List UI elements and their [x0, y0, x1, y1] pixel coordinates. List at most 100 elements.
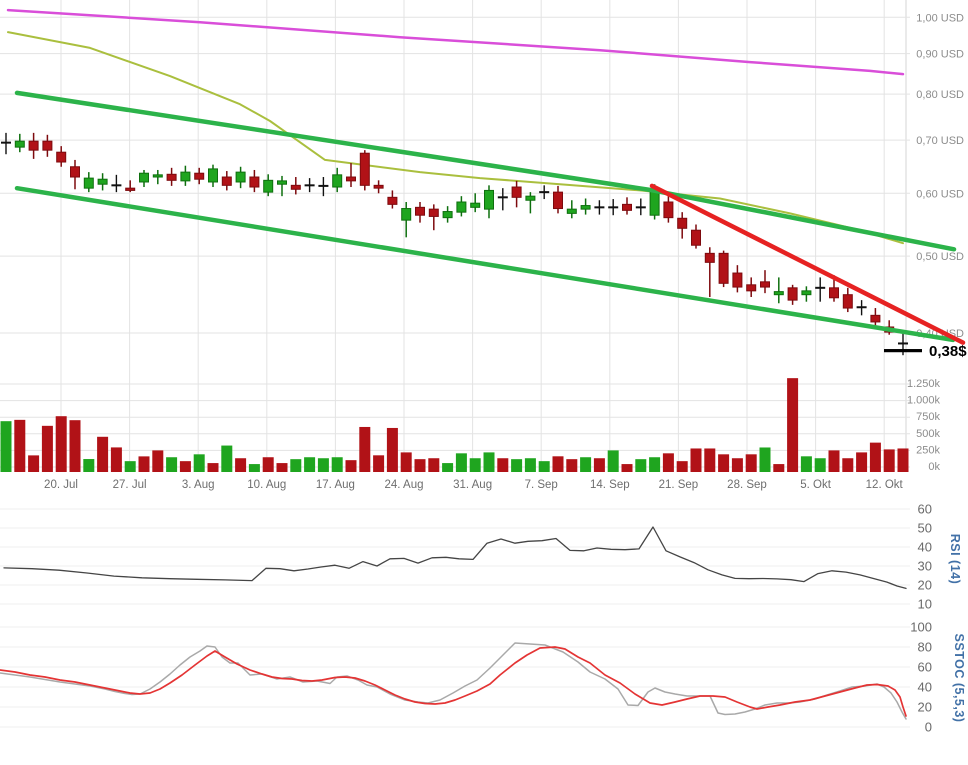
doji-candle-body [636, 206, 646, 208]
doji-candle-body [898, 342, 908, 344]
stoch-k-gray-line [0, 643, 906, 719]
candle-body [126, 188, 135, 190]
volume-tick-label: 750k [916, 411, 940, 423]
volume-bar [318, 458, 329, 472]
volume-bar [484, 452, 495, 472]
price-tick-label: 0,50 USD [916, 251, 964, 263]
chart-generated-layer: 20. Jul27. Jul3. Aug10. Aug17. Aug24. Au… [0, 0, 964, 735]
volume-bar [622, 464, 633, 472]
candle-body [485, 190, 494, 209]
candle-body [471, 203, 480, 207]
volume-bar [249, 464, 260, 472]
volume-tick-label: 250k [916, 444, 940, 456]
volume-bar [718, 454, 729, 472]
doji-candle-body [608, 206, 618, 208]
rsi-tick-label: 10 [918, 597, 932, 612]
rsi-tick-label: 60 [918, 502, 932, 517]
volume-tick-label: 1.250k [907, 378, 941, 390]
stoch-tick-label: 80 [918, 640, 932, 655]
volume-bar [194, 454, 205, 472]
downtrend-red-line [652, 186, 963, 343]
date-label: 17. Aug [316, 479, 355, 491]
volume-bar [470, 458, 481, 472]
volume-bar [760, 447, 771, 472]
date-label: 20. Jul [44, 479, 78, 491]
candle-body [719, 253, 728, 283]
date-label: 28. Sep [727, 479, 767, 491]
candle-body [222, 177, 231, 185]
candle-body [802, 291, 811, 295]
volume-bar [829, 450, 840, 472]
candle-body [692, 230, 701, 245]
date-label: 24. Aug [384, 479, 423, 491]
volume-bar [235, 458, 246, 472]
candle-body [416, 207, 425, 215]
candle-body [181, 172, 190, 181]
candle-body [43, 141, 52, 150]
price-tick-label: 0,70 USD [916, 135, 964, 147]
candle-body [374, 185, 383, 188]
volume-bar [277, 463, 288, 472]
candle-body [830, 288, 839, 298]
rsi-tick-label: 50 [918, 521, 932, 536]
volume-bar [870, 443, 881, 472]
candle-body [360, 153, 369, 185]
volume-bar [346, 460, 357, 472]
volume-bar [898, 448, 909, 472]
volume-bar [732, 458, 743, 472]
candle-body [429, 209, 438, 216]
volume-bar [649, 457, 660, 472]
date-label: 31. Aug [453, 479, 492, 491]
doji-candle-body [539, 191, 549, 193]
candle-body [443, 212, 452, 218]
candle-body [140, 173, 149, 182]
volume-bar [111, 447, 122, 472]
candle-body [774, 292, 783, 295]
volume-bar [842, 458, 853, 472]
volume-bar [359, 427, 370, 472]
volume-bar [746, 454, 757, 472]
volume-bar [539, 461, 550, 472]
volume-bar [815, 458, 826, 472]
stoch-tick-label: 20 [918, 700, 932, 715]
doji-candle-body [594, 206, 604, 208]
volume-bar [856, 452, 867, 472]
volume-bar [415, 459, 426, 472]
candle-body [581, 206, 590, 210]
chart-canvas[interactable]: 20. Jul27. Jul3. Aug10. Aug17. Aug24. Au… [0, 0, 968, 765]
date-label: 10. Aug [247, 479, 286, 491]
volume-bar [28, 455, 39, 472]
candle-body [747, 285, 756, 291]
stoch-tick-label: 60 [918, 660, 932, 675]
price-tick-label: 0,90 USD [916, 49, 964, 61]
stoch-tick-label: 0 [925, 720, 932, 735]
rsi-line [4, 527, 906, 588]
candle-body [278, 181, 287, 184]
volume-bar [442, 463, 453, 472]
volume-bar [83, 459, 94, 472]
candle-body [788, 288, 797, 300]
candle-body [388, 197, 397, 204]
volume-bar [56, 416, 67, 472]
stoch-d-red-line [0, 647, 906, 716]
candle-body [347, 177, 356, 181]
rsi-panel-title: RSI (14) [948, 534, 962, 585]
volume-bar [70, 420, 81, 472]
volume-bar [580, 457, 591, 472]
candle-body [15, 141, 24, 147]
volume-bar [428, 458, 439, 472]
channel-lower-green-line [17, 188, 953, 340]
candle-body [98, 179, 107, 184]
volume-bar [884, 449, 895, 472]
doji-candle-body [815, 287, 825, 289]
stoch-panel-title: SSTOC (5,5,3) [952, 634, 966, 723]
volume-bar [97, 437, 108, 472]
volume-bar [787, 378, 798, 472]
date-label: 5. Okt [800, 479, 831, 491]
candle-body [705, 253, 714, 262]
volume-bar [635, 459, 646, 472]
candle-body [264, 180, 273, 192]
candle-body [195, 173, 204, 179]
doji-candle-body [1, 142, 11, 144]
candle-body [678, 218, 687, 228]
